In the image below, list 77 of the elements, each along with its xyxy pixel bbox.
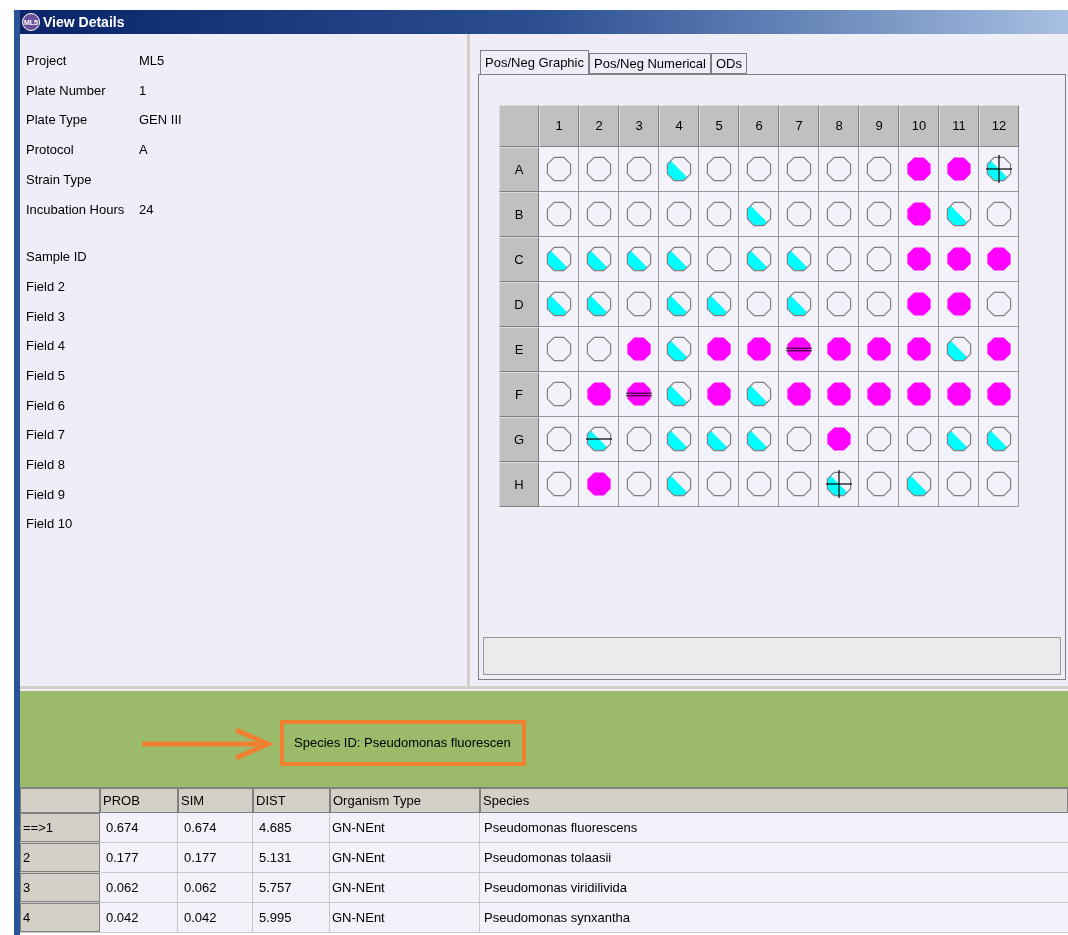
field-label: Plate Type bbox=[26, 111, 89, 130]
field-label: Field 10 bbox=[26, 515, 73, 534]
species-id-label: Species ID: Pseudomonas fluorescen bbox=[280, 720, 526, 766]
field-value: A bbox=[139, 141, 148, 160]
column-header: 12 bbox=[979, 105, 1019, 147]
field-label: Field 4 bbox=[26, 337, 66, 356]
column-header: Organism Type bbox=[330, 788, 480, 813]
field-label: Field 9 bbox=[26, 485, 66, 504]
row-header: C bbox=[499, 237, 539, 282]
row-header: 2 bbox=[20, 843, 100, 872]
table-cell: GN-NEnt bbox=[330, 873, 480, 902]
table-cell: Pseudomonas viridilivida bbox=[480, 873, 1068, 902]
row-header: F bbox=[499, 372, 539, 417]
field-label: Field 2 bbox=[26, 277, 66, 296]
column-header: 1 bbox=[539, 105, 579, 147]
table-cell: Pseudomonas synxantha bbox=[480, 903, 1068, 932]
table-cell: Pseudomonas fluorescens bbox=[480, 813, 1068, 842]
arrow-icon bbox=[140, 727, 276, 761]
column-header: 2 bbox=[579, 105, 619, 147]
table-cell: 0.062 bbox=[100, 873, 178, 902]
row-header: D bbox=[499, 282, 539, 327]
table-cell: 0.062 bbox=[178, 873, 253, 902]
field-value: 24 bbox=[139, 200, 154, 219]
column-header: 10 bbox=[899, 105, 939, 147]
field-label: Sample ID bbox=[26, 248, 87, 267]
column-header: 4 bbox=[659, 105, 699, 147]
field-label: Plate Number bbox=[26, 81, 107, 100]
column-header: 9 bbox=[859, 105, 899, 147]
field-label: Field 8 bbox=[26, 456, 66, 475]
table-cell: 4.685 bbox=[253, 813, 330, 842]
row-header: A bbox=[499, 147, 539, 192]
field-label: Incubation Hours bbox=[26, 200, 126, 219]
field-label: Project bbox=[26, 52, 68, 71]
row-header: 4 bbox=[20, 903, 100, 932]
tab[interactable]: ODs bbox=[711, 53, 747, 74]
row-header: G bbox=[499, 417, 539, 462]
column-header: 8 bbox=[819, 105, 859, 147]
table-cell: GN-NEnt bbox=[330, 813, 480, 842]
column-header: 6 bbox=[739, 105, 779, 147]
table-cell: 5.995 bbox=[253, 903, 330, 932]
field-label: Field 7 bbox=[26, 426, 66, 445]
field-label: Field 3 bbox=[26, 307, 66, 326]
column-header: 3 bbox=[619, 105, 659, 147]
table-cell: 0.674 bbox=[178, 813, 253, 842]
row-header: H bbox=[499, 462, 539, 507]
tab[interactable]: Pos/Neg Numerical bbox=[589, 53, 711, 74]
column-header: 11 bbox=[939, 105, 979, 147]
table-cell: 0.042 bbox=[178, 903, 253, 932]
field-label: Protocol bbox=[26, 141, 75, 160]
field-value: GEN III bbox=[139, 111, 182, 130]
field-value: 1 bbox=[139, 81, 147, 100]
row-header: B bbox=[499, 192, 539, 237]
table-cell: 0.042 bbox=[100, 903, 178, 932]
tab[interactable]: Pos/Neg Graphic bbox=[480, 50, 589, 74]
table-cell: 0.177 bbox=[100, 843, 178, 872]
table-cell: 5.757 bbox=[253, 873, 330, 902]
table-cell: 5.131 bbox=[253, 843, 330, 872]
column-header: SIM bbox=[178, 788, 253, 813]
field-label: Field 6 bbox=[26, 396, 66, 415]
row-header: 3 bbox=[20, 873, 100, 902]
column-header: Species bbox=[480, 788, 1068, 813]
column-header: DIST bbox=[253, 788, 330, 813]
table-cell: Pseudomonas tolaasii bbox=[480, 843, 1068, 872]
table-cell: GN-NEnt bbox=[330, 843, 480, 872]
corner-cell bbox=[499, 105, 539, 147]
column-header: 7 bbox=[779, 105, 819, 147]
field-label: Field 5 bbox=[26, 366, 66, 385]
table-cell: 0.177 bbox=[178, 843, 253, 872]
table-cell: GN-NEnt bbox=[330, 903, 480, 932]
column-header: PROB bbox=[100, 788, 178, 813]
field-value: ML5 bbox=[139, 52, 165, 71]
window-title: View Details bbox=[43, 12, 125, 32]
row-header: ==>1 bbox=[20, 813, 100, 842]
column-header: 5 bbox=[699, 105, 739, 147]
field-label: Strain Type bbox=[26, 170, 93, 189]
table-cell: 0.674 bbox=[100, 813, 178, 842]
row-header: E bbox=[499, 327, 539, 372]
